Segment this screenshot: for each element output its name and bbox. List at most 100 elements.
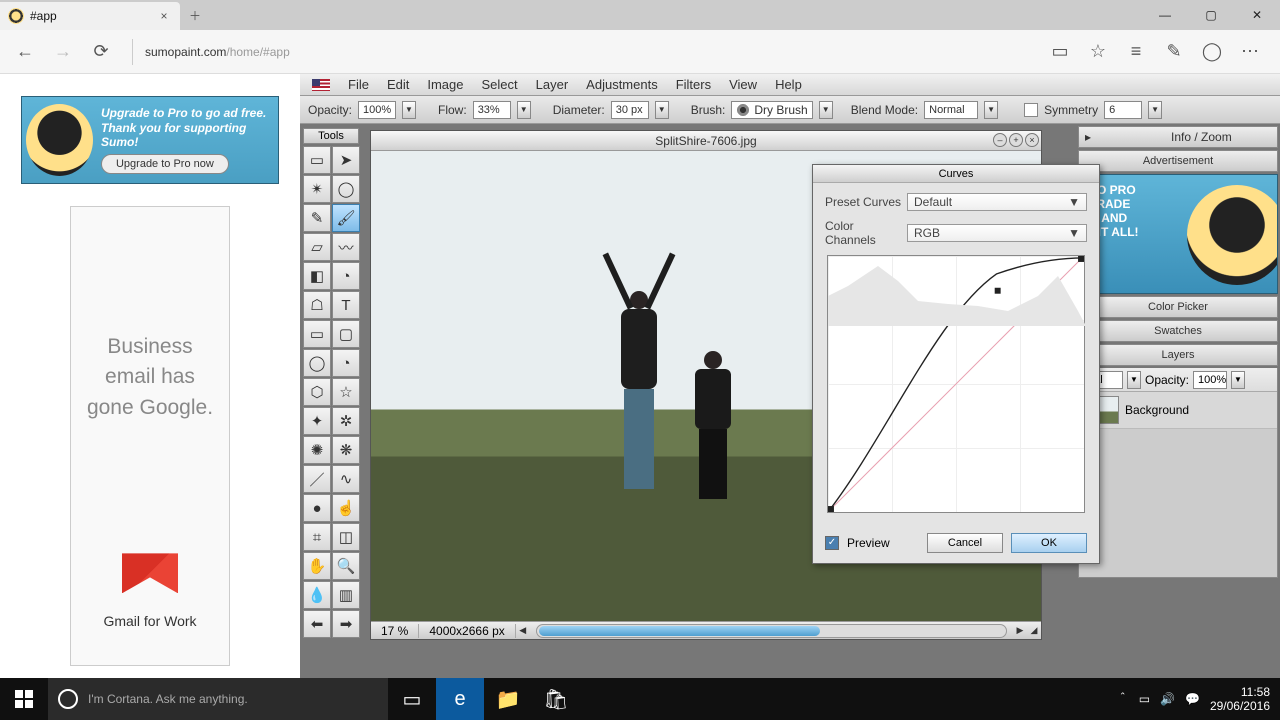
tool-ink[interactable]: 〰 [332, 233, 360, 261]
nav-back-button[interactable]: ← [6, 33, 44, 71]
menu-adjustments[interactable]: Adjustments [586, 77, 658, 92]
tool-symmetry[interactable]: ✺ [303, 436, 331, 464]
blend-mode-select[interactable]: Normal [924, 101, 978, 119]
doc-resize-icon[interactable]: ◢ [1027, 625, 1041, 636]
flow-dropdown[interactable]: ▼ [517, 101, 531, 119]
nav-reload-button[interactable]: ⟳ [82, 33, 120, 71]
zoom-display[interactable]: 17 % [371, 624, 419, 638]
taskbar-explorer-icon[interactable]: 📁 [484, 678, 532, 720]
reading-view-icon[interactable]: ▭ [1046, 38, 1074, 66]
tool-crop[interactable]: ⌗ [303, 523, 331, 551]
tool-brush[interactable]: 🖌 [332, 204, 360, 232]
diameter-input[interactable]: 30 px [611, 101, 649, 119]
tool-transform[interactable]: ◫ [332, 523, 360, 551]
horizontal-scrollbar[interactable] [536, 624, 1007, 638]
tool-star2[interactable]: ✦ [303, 407, 331, 435]
brush-selector[interactable]: Dry Brush [731, 101, 812, 119]
browser-tab[interactable]: #app × [0, 2, 180, 30]
tray-battery-icon[interactable]: ▭ [1139, 692, 1150, 706]
layers-panel-header[interactable]: Layers [1078, 344, 1278, 366]
menu-file[interactable]: File [348, 77, 369, 92]
tool-line[interactable]: ／ [303, 465, 331, 493]
tool-blur[interactable]: ● [303, 494, 331, 522]
tool-flower[interactable]: ❋ [332, 436, 360, 464]
layer-opacity-input[interactable]: 100% [1193, 371, 1227, 389]
tool-wand[interactable]: ✴ [303, 175, 331, 203]
tool-pencil[interactable]: ✎ [303, 204, 331, 232]
tool-marquee[interactable]: ▭ [303, 146, 331, 174]
curves-dialog-title[interactable]: Curves [813, 165, 1099, 183]
tool-bucket[interactable]: ◔ [332, 262, 360, 290]
advertisement-panel-header[interactable]: Advertisement [1078, 150, 1278, 172]
layer-opacity-dropdown[interactable]: ▼ [1231, 371, 1245, 389]
symmetry-dropdown[interactable]: ▼ [1148, 101, 1162, 119]
layer-row-background[interactable]: Background [1079, 392, 1277, 429]
tool-eyedropper[interactable]: 💧 [303, 581, 331, 609]
doc-minimize-button[interactable]: – [993, 133, 1007, 147]
tool-zoom[interactable]: 🔍 [332, 552, 360, 580]
pro-ad-panel[interactable]: MO PRO GRADE W AND T IT ALL! [1078, 174, 1278, 294]
opacity-dropdown[interactable]: ▼ [402, 101, 416, 119]
tab-close-icon[interactable]: × [156, 9, 172, 23]
nav-forward-button[interactable]: → [44, 33, 82, 71]
symmetry-checkbox[interactable] [1024, 103, 1038, 117]
cortana-search[interactable]: I'm Cortana. Ask me anything. [48, 678, 388, 720]
tool-star[interactable]: ☆ [332, 378, 360, 406]
tool-colorpicker2[interactable]: ▥ [332, 581, 360, 609]
doc-maximize-button[interactable]: + [1009, 133, 1023, 147]
tool-text[interactable]: T [332, 291, 360, 319]
tray-notifications-icon[interactable]: 💬 [1185, 692, 1200, 706]
tool-custom-shape[interactable]: ✲ [332, 407, 360, 435]
symmetry-input[interactable]: 6 [1104, 101, 1142, 119]
new-tab-button[interactable]: ＋ [180, 2, 210, 30]
upgrade-pro-button[interactable]: Upgrade to Pro now [101, 154, 229, 174]
tool-gradient[interactable]: ◧ [303, 262, 331, 290]
hscroll-thumb[interactable] [539, 626, 821, 636]
document-title-bar[interactable]: SplitShire-7606.jpg – + × [371, 131, 1041, 151]
tool-lasso[interactable]: ◯ [332, 175, 360, 203]
cancel-button[interactable]: Cancel [927, 533, 1003, 553]
swatches-panel-header[interactable]: Swatches [1078, 320, 1278, 342]
tool-ellipse[interactable]: ◯ [303, 349, 331, 377]
doc-close-button[interactable]: × [1025, 133, 1039, 147]
menu-edit[interactable]: Edit [387, 77, 409, 92]
tool-pie[interactable]: ◔ [332, 349, 360, 377]
preset-curves-select[interactable]: Default▼ [907, 193, 1087, 211]
taskbar-clock[interactable]: 11:58 29/06/2016 [1210, 685, 1270, 714]
blend-dropdown[interactable]: ▼ [984, 101, 998, 119]
tool-smudge[interactable]: ☝ [332, 494, 360, 522]
tool-redo[interactable]: ➡ [332, 610, 360, 638]
menu-image[interactable]: Image [427, 77, 463, 92]
brush-dropdown[interactable]: ▼ [819, 101, 833, 119]
task-view-button[interactable]: ▭ [388, 678, 436, 720]
upgrade-pro-banner[interactable]: Upgrade to Pro to go ad free. Thank you … [21, 96, 279, 184]
tool-stamp[interactable]: ☖ [303, 291, 331, 319]
hscroll-left-icon[interactable]: ◀ [516, 625, 530, 636]
tray-volume-icon[interactable]: 🔊 [1160, 692, 1175, 706]
flow-input[interactable]: 33% [473, 101, 511, 119]
ok-button[interactable]: OK [1011, 533, 1087, 553]
menu-view[interactable]: View [729, 77, 757, 92]
address-bar[interactable]: sumopaint.com/home/#app [145, 43, 290, 60]
window-maximize-button[interactable]: ▢ [1188, 0, 1234, 30]
menu-layer[interactable]: Layer [536, 77, 569, 92]
menu-filters[interactable]: Filters [676, 77, 711, 92]
info-zoom-panel-header[interactable]: ▸Info / Zoom [1078, 126, 1278, 148]
more-icon[interactable]: ⋯ [1236, 38, 1264, 66]
tool-hand[interactable]: ✋ [303, 552, 331, 580]
color-channels-select[interactable]: RGB▼ [907, 224, 1087, 242]
layer-blend-dropdown[interactable]: ▼ [1127, 371, 1141, 389]
tool-rect[interactable]: ▭ [303, 320, 331, 348]
menu-help[interactable]: Help [775, 77, 802, 92]
sidebar-advertisement[interactable]: Business email has gone Google. Gmail fo… [70, 206, 230, 666]
tool-roundrect[interactable]: ▢ [332, 320, 360, 348]
tool-eraser[interactable]: ▱ [303, 233, 331, 261]
language-flag-icon[interactable] [312, 79, 330, 91]
hub-icon[interactable]: ≡ [1122, 38, 1150, 66]
opacity-input[interactable]: 100% [358, 101, 396, 119]
hscroll-right-icon[interactable]: ▶ [1013, 625, 1027, 636]
color-picker-panel-header[interactable]: Color Picker [1078, 296, 1278, 318]
share-icon[interactable]: ◯ [1198, 38, 1226, 66]
tool-polygon[interactable]: ⬡ [303, 378, 331, 406]
curves-graph[interactable] [827, 255, 1085, 513]
